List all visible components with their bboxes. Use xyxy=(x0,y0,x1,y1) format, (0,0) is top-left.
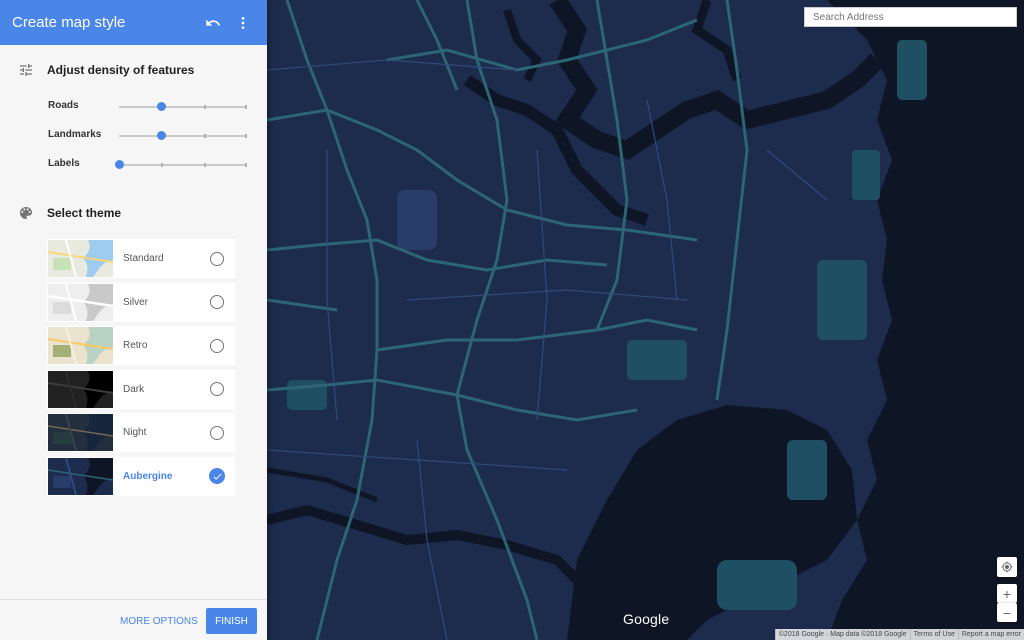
density-title: Adjust density of features xyxy=(47,63,195,77)
theme-option-aubergine[interactable]: Aubergine xyxy=(47,456,235,496)
slider-roads[interactable]: Roads xyxy=(0,97,267,117)
radio-silver[interactable] xyxy=(210,295,224,309)
slider-landmarks[interactable]: Landmarks xyxy=(0,126,267,146)
radio-retro[interactable] xyxy=(210,338,224,353)
slider-label-landmarks: Landmarks xyxy=(48,129,102,140)
undo-icon xyxy=(206,19,220,26)
my-location-button[interactable] xyxy=(997,557,1017,577)
style-panel: Create map style Adjust density of featu… xyxy=(0,0,267,640)
slider-tick xyxy=(245,163,247,167)
palette-icon xyxy=(0,205,47,221)
more-menu-button[interactable] xyxy=(229,9,257,37)
terms-of-use-link[interactable]: Terms of Use xyxy=(909,629,958,640)
theme-thumbnail-dark xyxy=(48,370,113,408)
panel-title: Create map style xyxy=(12,14,126,31)
slider-labels[interactable]: Labels xyxy=(0,155,267,175)
my-location-icon xyxy=(1001,561,1013,573)
theme-label-aubergine: Aubergine xyxy=(123,470,173,482)
report-map-error-link[interactable]: Report a map error xyxy=(957,629,1024,640)
slider-thumb-landmarks[interactable] xyxy=(157,131,167,140)
slider-label-roads: Roads xyxy=(48,100,79,111)
slider-track-landmarks[interactable] xyxy=(119,131,247,140)
theme-option-night[interactable]: Night xyxy=(47,413,235,452)
theme-option-standard[interactable]: Standard xyxy=(47,239,235,278)
theme-label-silver: Silver xyxy=(123,296,149,308)
more-options-button[interactable]: MORE OPTIONS xyxy=(114,608,204,634)
map-graphic xyxy=(267,0,1024,640)
theme-thumbnail-aubergine xyxy=(48,457,113,495)
slider-thumb-labels[interactable] xyxy=(115,160,124,169)
slider-thumb-roads[interactable] xyxy=(157,102,167,111)
panel-header: Create map style xyxy=(0,0,267,45)
theme-option-silver[interactable]: Silver xyxy=(47,282,235,322)
slider-tick xyxy=(245,105,247,109)
tune-icon xyxy=(0,62,47,78)
radio-night[interactable] xyxy=(210,425,224,440)
theme-title: Select theme xyxy=(47,206,122,220)
theme-label-dark: Dark xyxy=(123,383,145,395)
more-vert-icon xyxy=(241,16,245,29)
theme-label-retro: Retro xyxy=(123,340,148,351)
theme-label-standard: Standard xyxy=(123,253,164,264)
theme-option-retro[interactable]: Retro xyxy=(47,326,235,365)
slider-tick xyxy=(204,163,206,167)
search-address-input[interactable] xyxy=(804,7,1017,27)
slider-tick xyxy=(161,163,163,167)
slider-track-labels[interactable] xyxy=(115,160,247,169)
theme-thumbnail-standard xyxy=(48,240,113,277)
zoom-in-button[interactable]: + xyxy=(997,584,1017,603)
checkmark-icon[interactable] xyxy=(209,468,225,484)
google-logo: Google xyxy=(623,611,670,627)
theme-thumbnail-silver xyxy=(48,283,113,321)
map-data-attribution: ©2018 Google · Map data ©2018 Google xyxy=(774,629,910,640)
theme-thumbnail-night xyxy=(48,414,113,451)
theme-title-row: Select theme xyxy=(0,203,267,223)
panel-footer: MORE OPTIONS FINISH xyxy=(0,599,267,640)
slider-track-roads[interactable] xyxy=(119,102,247,111)
undo-button[interactable] xyxy=(199,9,227,37)
slider-tick xyxy=(245,134,247,138)
theme-thumbnail-retro xyxy=(48,327,113,364)
map-attribution: ©2018 Google · Map data ©2018 Google Ter… xyxy=(774,629,1024,640)
radio-standard[interactable] xyxy=(210,251,224,266)
theme-option-dark[interactable]: Dark xyxy=(47,369,235,409)
zoom-out-button[interactable]: − xyxy=(997,603,1017,622)
theme-label-night: Night xyxy=(123,427,147,438)
theme-section: Select theme xyxy=(0,203,267,223)
slider-tick xyxy=(204,134,206,138)
slider-label-labels: Labels xyxy=(48,158,80,169)
density-title-row: Adjust density of features xyxy=(0,60,267,80)
radio-dark[interactable] xyxy=(210,382,224,396)
finish-button[interactable]: FINISH xyxy=(206,608,257,634)
slider-tick xyxy=(204,105,206,109)
map-canvas[interactable]: Google xyxy=(267,0,1024,640)
density-section: Adjust density of features xyxy=(0,60,267,80)
theme-list: Standard Silver Retro Dark Night Aubergi… xyxy=(47,239,235,500)
